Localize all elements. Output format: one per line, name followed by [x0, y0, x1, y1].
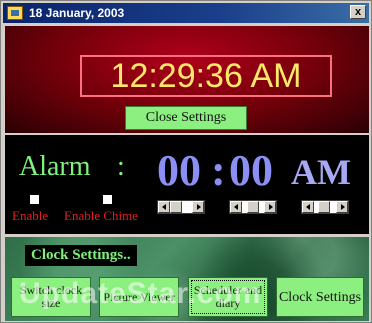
window-title: 18 January, 2003	[29, 6, 125, 20]
clock-time-display: 12:29:36 AM	[80, 55, 332, 97]
scroll-thumb[interactable]	[318, 201, 330, 213]
settings-panel: Clock Settings.. Switch clock size Pictu…	[5, 237, 369, 321]
alarm-hours: 00	[157, 146, 201, 195]
clock-panel: 12:29:36 AM Close Settings	[5, 26, 369, 133]
alarm-panel: Alarm : 00 : 00 AM Enable Enable Chime	[5, 135, 369, 234]
scroll-left-arrow-icon[interactable]	[158, 201, 170, 213]
scroll-thumb[interactable]	[247, 201, 259, 213]
enable-chime-label: Enable Chime	[64, 208, 139, 223]
enable-alarm-label: Enable	[12, 208, 49, 223]
scroll-right-arrow-icon[interactable]	[192, 201, 204, 213]
clock-settings-button[interactable]: Clock Settings	[276, 277, 364, 317]
scroll-right-arrow-icon[interactable]	[264, 201, 276, 213]
alarm-label: Alarm	[19, 151, 91, 182]
scroll-right-arrow-icon[interactable]	[336, 201, 348, 213]
scroll-track[interactable]	[170, 201, 192, 213]
alarm-minutes-scrollbar[interactable]	[229, 200, 277, 214]
scheduler-and-diary-button[interactable]: Scheduler and diary	[188, 277, 268, 317]
alarm-ampm-scrollbar[interactable]	[301, 200, 349, 214]
alarm-time-separator: :	[211, 146, 226, 195]
scroll-left-arrow-icon[interactable]	[230, 201, 242, 213]
close-button[interactable]: x	[350, 5, 366, 19]
enable-alarm-checkbox[interactable]	[30, 195, 39, 204]
clock-settings-title: Clock Settings..	[25, 245, 137, 266]
scroll-thumb[interactable]	[170, 201, 182, 213]
close-settings-button[interactable]: Close Settings	[125, 106, 247, 130]
alarm-ampm: AM	[291, 152, 351, 192]
alarm-hours-scrollbar[interactable]	[157, 200, 205, 214]
scroll-track[interactable]	[242, 201, 264, 213]
title-bar: 18 January, 2003 x	[3, 3, 369, 23]
scroll-left-arrow-icon[interactable]	[302, 201, 314, 213]
alarm-colon: :	[117, 151, 125, 182]
enable-chime-checkbox[interactable]	[103, 195, 112, 204]
app-icon	[7, 6, 23, 20]
scroll-track[interactable]	[314, 201, 336, 213]
switch-clock-size-button[interactable]: Switch clock size	[11, 277, 91, 317]
picture-viewer-button[interactable]: Picture Viewer	[99, 277, 179, 317]
alarm-minutes: 00	[229, 146, 273, 195]
clock-window: 18 January, 2003 x 12:29:36 AM Close Set…	[0, 0, 372, 323]
